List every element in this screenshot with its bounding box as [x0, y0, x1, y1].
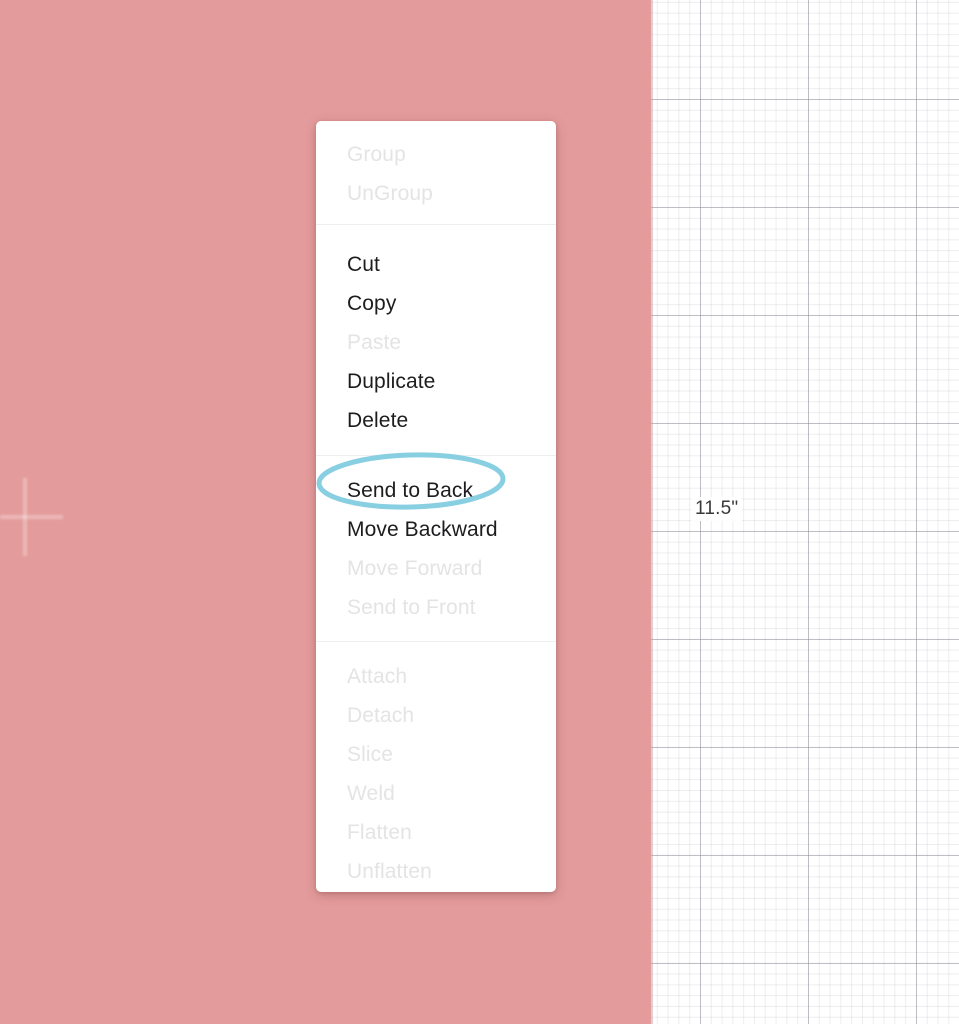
crosshair-horizontal-arm [0, 515, 63, 519]
screenshot-stage: 11.5" Group UnGroup Cut Copy Paste Duplicate D… [0, 0, 959, 1024]
menu-section-editing: Cut Copy Paste Duplicate Delete [316, 225, 556, 455]
canvas-left-edge [651, 0, 653, 1024]
ruler-measurement-label: 11.5" [691, 497, 743, 521]
menu-item-duplicate[interactable]: Duplicate [316, 362, 556, 401]
menu-item-attach: Attach [347, 665, 408, 688]
context-menu-sections: Group UnGroup Cut Copy Paste Duplicate Delete S… [316, 121, 556, 892]
menu-item-cut[interactable]: Cut [316, 245, 556, 284]
menu-item-flatten: Flatten [347, 821, 412, 844]
menu-item-weld: Weld [347, 782, 395, 805]
menu-section-grouping: Group UnGroup [316, 121, 556, 224]
menu-section-arrange: Send to Back Move Backward Move Forward Sen… [316, 456, 556, 641]
menu-item-send-to-front: Send to Front [347, 596, 476, 619]
menu-item-copy[interactable]: Copy [316, 284, 556, 323]
menu-item-group: Group [347, 143, 406, 166]
menu-item-slice: Slice [347, 743, 394, 766]
menu-item-ungroup: UnGroup [347, 182, 433, 205]
menu-item-unflatten: Unflatten [347, 860, 432, 883]
grid-canvas[interactable]: 11.5" [651, 0, 959, 1024]
menu-item-move-forward: Move Forward [347, 557, 483, 580]
context-menu[interactable]: Group UnGroup Cut Copy Paste Duplicate Delete S… [316, 121, 556, 892]
menu-item-delete[interactable]: Delete [316, 401, 556, 440]
menu-item-send-to-back[interactable]: Send to Back [316, 471, 556, 510]
crosshair-vertical-arm [23, 478, 27, 556]
menu-item-move-backward[interactable]: Move Backward [316, 510, 556, 549]
artboard-center-crosshair [0, 478, 63, 556]
menu-item-paste: Paste [347, 331, 402, 354]
menu-section-shape-operations: Attach Detach Slice Weld Flatten Unflatten [316, 642, 556, 892]
menu-item-detach: Detach [347, 704, 415, 727]
